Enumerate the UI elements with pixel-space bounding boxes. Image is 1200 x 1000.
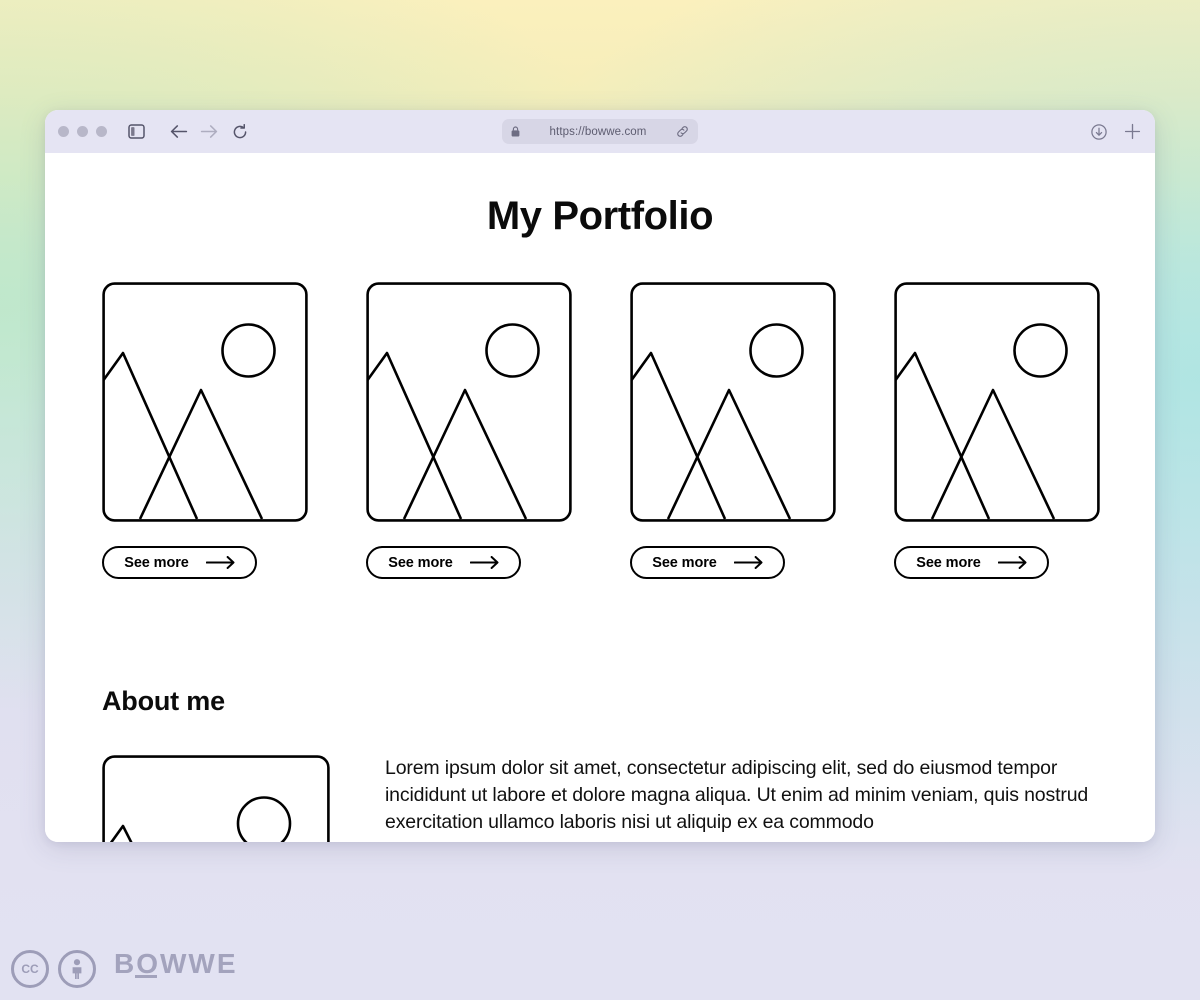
sidebar-icon[interactable] <box>128 124 145 139</box>
licence-footer: CC BOWWE <box>11 948 274 990</box>
see-more-label: See more <box>652 554 717 571</box>
portfolio-card: See more <box>630 282 836 579</box>
portfolio-card: See more <box>102 282 308 579</box>
arrow-right-icon <box>997 556 1027 569</box>
lock-icon <box>511 126 520 137</box>
about-body: Lorem ipsum dolor sit amet, consectetur … <box>102 755 1098 842</box>
image-placeholder-icon <box>102 282 308 522</box>
titlebar-actions <box>1091 123 1141 140</box>
see-more-label: See more <box>388 554 453 571</box>
browser-titlebar: https://bowwe.com <box>45 110 1155 153</box>
link-icon[interactable] <box>676 125 689 138</box>
forward-button[interactable] <box>200 124 218 139</box>
arrow-right-icon <box>205 556 235 569</box>
plus-icon[interactable] <box>1124 123 1141 140</box>
portfolio-card: See more <box>894 282 1100 579</box>
see-more-label: See more <box>916 554 981 571</box>
creative-commons-icon: CC <box>11 950 49 988</box>
svg-text:CC: CC <box>21 963 39 975</box>
image-placeholder-icon <box>366 282 572 522</box>
url-text: https://bowwe.com <box>549 125 647 138</box>
see-more-label: See more <box>124 554 189 571</box>
traffic-light-group <box>58 126 107 137</box>
portfolio-card: See more <box>366 282 572 579</box>
close-window-button[interactable] <box>58 126 69 137</box>
bowwe-logo: BOWWE <box>114 948 274 990</box>
about-heading: About me <box>102 686 225 716</box>
image-placeholder-icon <box>894 282 1100 522</box>
browser-window: https://bowwe.com My Portfolio See more … <box>45 110 1155 842</box>
attribution-person-icon <box>58 950 96 988</box>
about-section: About me Lorem ipsum dolor sit amet, con… <box>45 686 1155 842</box>
address-bar[interactable]: https://bowwe.com <box>502 119 698 144</box>
back-button[interactable] <box>170 124 188 139</box>
see-more-button[interactable]: See more <box>630 546 785 579</box>
page-title: My Portfolio <box>486 194 714 238</box>
see-more-button[interactable]: See more <box>894 546 1049 579</box>
page-viewport: My Portfolio See more See more See more … <box>45 153 1155 842</box>
portfolio-grid: See more See more See more See more <box>45 282 1155 579</box>
svg-text:BOWWE: BOWWE <box>114 948 238 979</box>
image-placeholder-icon <box>102 755 330 842</box>
image-placeholder-icon <box>630 282 836 522</box>
download-icon[interactable] <box>1091 123 1107 140</box>
maximize-window-button[interactable] <box>96 126 107 137</box>
minimize-window-button[interactable] <box>77 126 88 137</box>
arrow-right-icon <box>733 556 763 569</box>
arrow-right-icon <box>469 556 499 569</box>
see-more-button[interactable]: See more <box>366 546 521 579</box>
reload-icon[interactable] <box>232 123 248 140</box>
see-more-button[interactable]: See more <box>102 546 257 579</box>
about-text: Lorem ipsum dolor sit amet, consectetur … <box>385 757 1089 833</box>
